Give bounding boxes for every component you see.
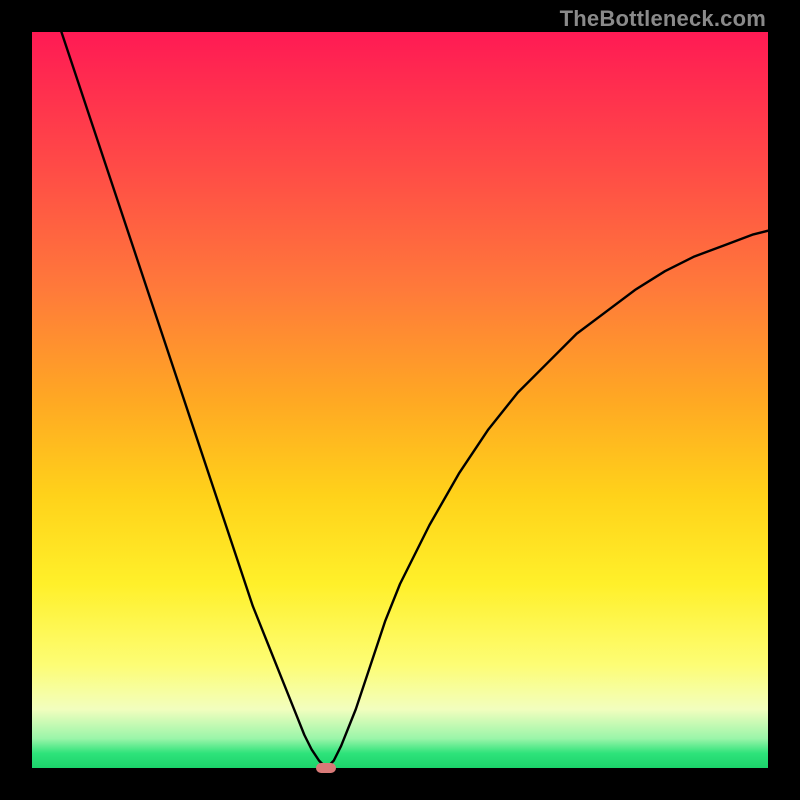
- bottleneck-curve: [32, 32, 768, 768]
- optimal-point-marker: [316, 763, 336, 773]
- chart-frame: TheBottleneck.com: [0, 0, 800, 800]
- watermark-text: TheBottleneck.com: [560, 6, 766, 32]
- plot-area: [32, 32, 768, 768]
